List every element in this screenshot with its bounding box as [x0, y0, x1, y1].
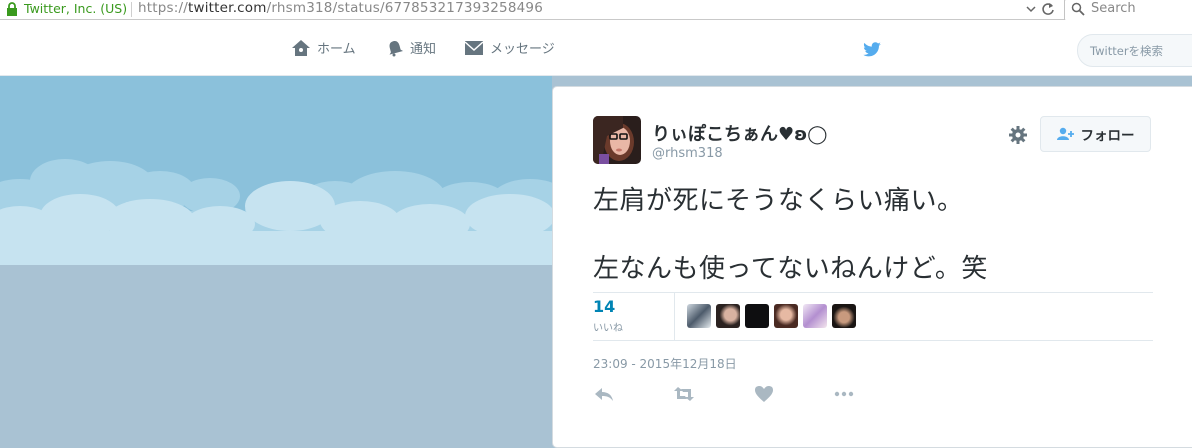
home-icon	[292, 39, 310, 56]
nav-messages-label: メッセージ	[490, 42, 555, 57]
history-dropdown-icon[interactable]	[1025, 2, 1037, 16]
tweet-text-line-1: 左肩が死にそうなくらい痛い。	[593, 186, 964, 216]
twitter-bird-icon[interactable]	[862, 42, 882, 58]
url-prefix: https://	[138, 0, 188, 16]
url-domain: twitter.com	[188, 0, 267, 16]
reload-icon[interactable]	[1041, 1, 1055, 17]
twitter-search-placeholder: Twitterを検索	[1090, 44, 1164, 58]
heart-icon[interactable]	[753, 384, 775, 404]
liker-avatar[interactable]	[716, 304, 740, 328]
follow-label: フォロー	[1080, 128, 1135, 144]
envelope-icon	[464, 40, 484, 55]
site-identity[interactable]: Twitter, Inc. (US)	[24, 1, 127, 16]
tweet-text-line-2: 左なんも使ってないねんけど。笑	[593, 254, 988, 284]
likes-label: いいね	[593, 323, 623, 334]
add-user-icon	[1056, 127, 1074, 140]
likes-count[interactable]: 14	[593, 297, 615, 316]
liker-avatar[interactable]	[832, 304, 856, 328]
tweet-timestamp[interactable]: 23:09 - 2015年12月18日	[593, 355, 737, 372]
tweet-stats: 14 いいね	[593, 292, 1153, 341]
url-divider	[131, 2, 132, 17]
more-options-icon[interactable]	[833, 384, 855, 404]
liker-avatar[interactable]	[745, 304, 769, 328]
twitter-top-nav: ホーム 通知 メッセージ Twitterを検索	[0, 20, 1192, 76]
tweet-actions	[593, 384, 893, 404]
reply-icon[interactable]	[593, 384, 615, 404]
search-icon	[1071, 2, 1085, 16]
follow-button[interactable]: フォロー	[1040, 116, 1151, 152]
profile-header-background	[0, 76, 552, 266]
twitter-search-input[interactable]: Twitterを検索	[1077, 34, 1192, 67]
avatar[interactable]	[593, 116, 641, 164]
nav-notifications-label: 通知	[410, 42, 437, 57]
liker-avatar[interactable]	[803, 304, 827, 328]
lock-icon	[7, 2, 17, 16]
liker-avatar[interactable]	[687, 304, 711, 328]
clouds-image	[0, 159, 552, 266]
browser-search-input[interactable]: Search	[1064, 0, 1192, 21]
url-path: /rhsm318/status/677853217393258496	[266, 0, 543, 16]
browser-search-placeholder: Search	[1091, 1, 1136, 16]
address-field[interactable]: https://twitter.com/rhsm318/status/67785…	[138, 0, 543, 16]
nav-messages[interactable]: メッセージ	[464, 20, 555, 75]
stats-divider	[674, 293, 675, 340]
user-handle[interactable]: @rhsm318	[652, 146, 723, 161]
bell-icon	[389, 40, 404, 56]
tweet-card: りぃぽこちぁん♥︎ʚ◯ @rhsm318 フォロー 左肩が死にそうなくらい痛い。…	[552, 86, 1192, 448]
nav-notifications[interactable]: 通知	[386, 20, 436, 75]
nav-home[interactable]: ホーム	[291, 20, 356, 75]
gear-icon[interactable]	[1008, 125, 1028, 145]
browser-url-bar: Twitter, Inc. (US) https://twitter.com/r…	[0, 0, 1192, 21]
background-lower	[0, 265, 552, 437]
nav-home-label: ホーム	[317, 42, 356, 57]
retweet-icon[interactable]	[673, 384, 695, 404]
display-name[interactable]: りぃぽこちぁん♥︎ʚ◯	[652, 120, 827, 146]
liker-avatar[interactable]	[774, 304, 798, 328]
liker-avatars	[687, 304, 861, 328]
